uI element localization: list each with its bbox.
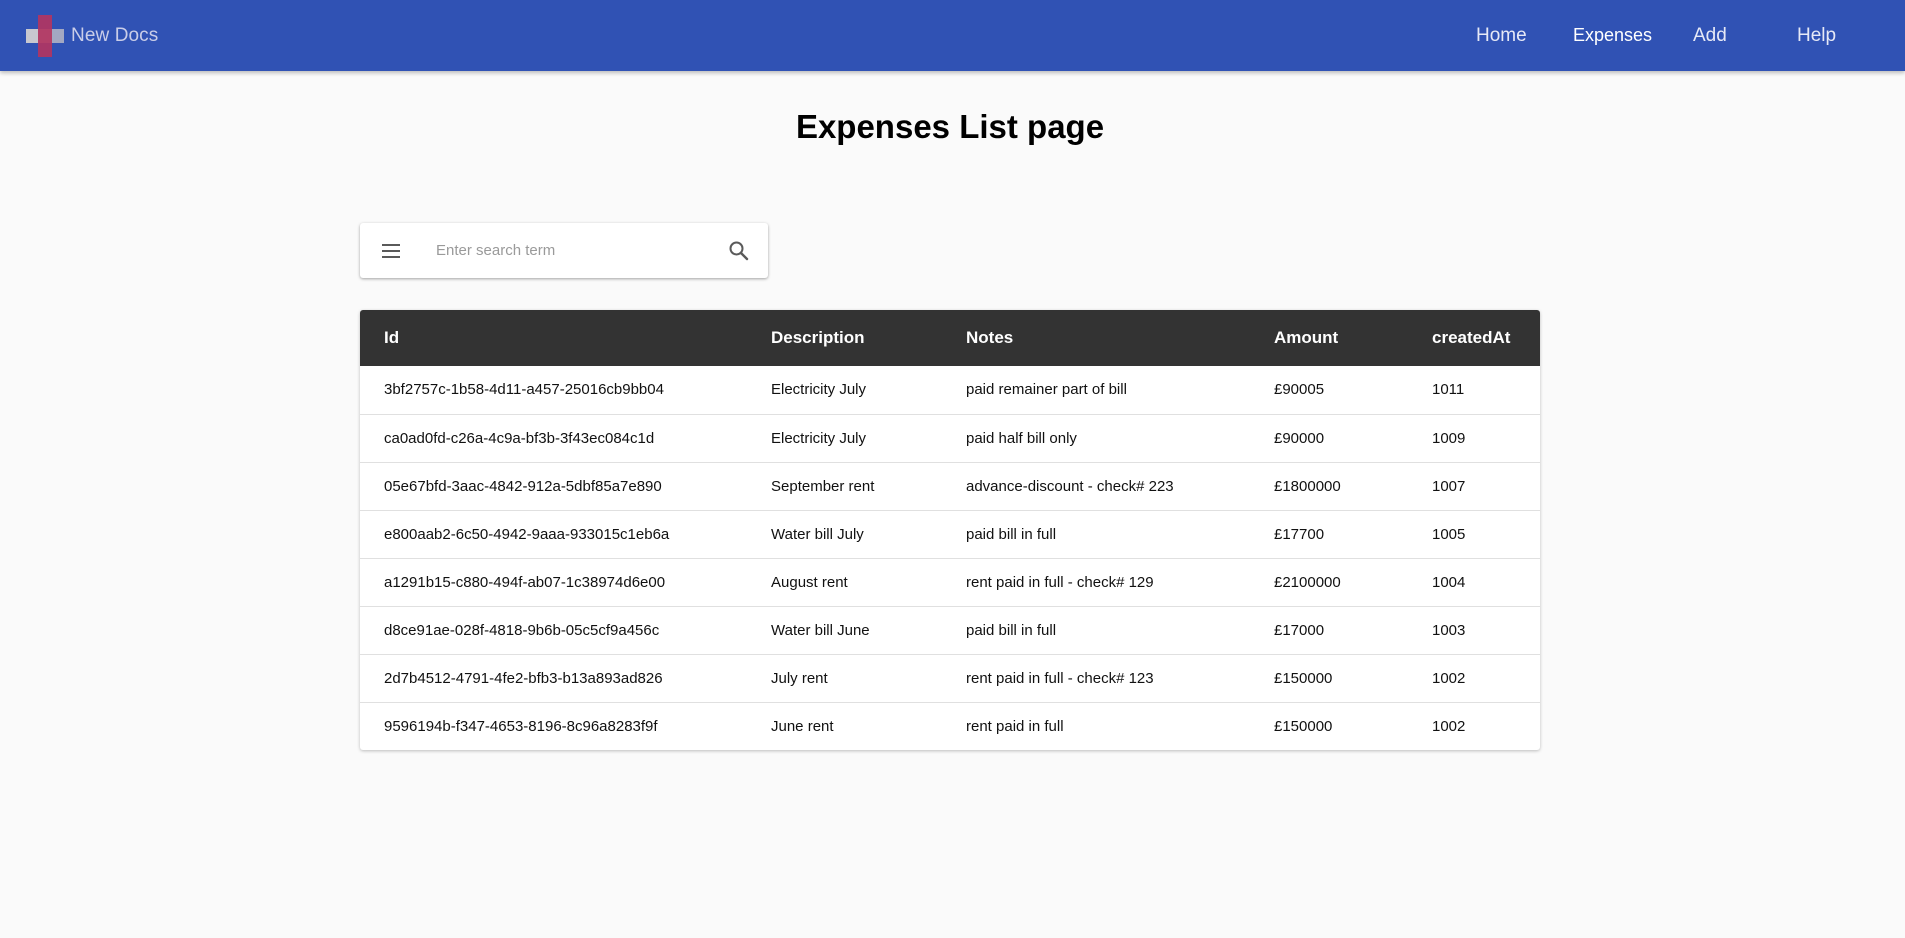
cell-id: a1291b15-c880-494f-ab07-1c38974d6e00 <box>384 573 666 591</box>
cell-description: Water bill June <box>771 621 870 639</box>
table-row[interactable]: 05e67bfd-3aac-4842-912a-5dbf85a7e890 Sep… <box>360 462 1540 510</box>
cell-createdat: 1007 <box>1432 477 1466 495</box>
cell-id: 05e67bfd-3aac-4842-912a-5dbf85a7e890 <box>384 477 662 495</box>
cell-notes: paid bill in full <box>966 621 1057 639</box>
cell-id: e800aab2-6c50-4942-9aaa-933015c1eb6a <box>384 525 670 543</box>
cell-amount: £1800000 <box>1274 477 1341 495</box>
page-title: Expenses List page <box>795 108 1105 145</box>
cell-notes: paid bill in full <box>966 525 1057 543</box>
nav-home[interactable]: Home <box>1476 25 1527 47</box>
cell-description: Water bill July <box>771 525 864 543</box>
cell-amount: £2100000 <box>1274 573 1341 591</box>
table-row[interactable]: d8ce91ae-028f-4818-9b6b-05c5cf9a456c Wat… <box>360 606 1540 654</box>
cell-amount: £17700 <box>1274 525 1325 543</box>
cell-notes: paid half bill only <box>966 429 1077 447</box>
cell-createdat: 1003 <box>1432 621 1466 639</box>
main-nav: Home Expenses Add Help <box>0 0 1905 71</box>
nav-help[interactable]: Help <box>1797 25 1836 47</box>
column-header-amount[interactable]: Amount <box>1250 310 1408 366</box>
nav-expenses[interactable]: Expenses <box>1573 25 1652 46</box>
table-row[interactable]: 9596194b-f347-4653-8196-8c96a8283f9f Jun… <box>360 702 1540 750</box>
column-header-notes[interactable]: Notes <box>942 310 1250 366</box>
column-header-description[interactable]: Description <box>747 310 942 366</box>
cell-id: 3bf2757c-1b58-4d11-a457-25016cb9bb04 <box>384 381 664 399</box>
cell-createdat: 1009 <box>1432 429 1466 447</box>
cell-description: July rent <box>771 669 828 687</box>
cell-notes: rent paid in full - check# 123 <box>966 669 1154 687</box>
cell-notes: advance-discount - check# 223 <box>966 477 1174 495</box>
column-header-createdat[interactable]: createdAt <box>1408 310 1540 366</box>
cell-amount: £150000 <box>1274 669 1333 687</box>
cell-id: d8ce91ae-028f-4818-9b6b-05c5cf9a456c <box>384 621 660 639</box>
cell-notes: paid remainer part of bill <box>966 381 1127 399</box>
table-row[interactable]: ca0ad0fd-c26a-4c9a-bf3b-3f43ec084c1d Ele… <box>360 414 1540 462</box>
table-row[interactable]: 3bf2757c-1b58-4d11-a457-25016cb9bb04 Ele… <box>360 366 1540 414</box>
cell-id: ca0ad0fd-c26a-4c9a-bf3b-3f43ec084c1d <box>384 429 655 447</box>
table-row[interactable]: 2d7b4512-4791-4fe2-bfb3-b13a893ad826 Jul… <box>360 654 1540 702</box>
cell-amount: £17000 <box>1274 621 1325 639</box>
search-bar <box>360 223 768 278</box>
cell-description: June rent <box>771 717 834 735</box>
cell-createdat: 1002 <box>1432 717 1466 735</box>
cell-id: 2d7b4512-4791-4fe2-bfb3-b13a893ad826 <box>384 669 663 687</box>
search-input[interactable] <box>436 235 706 265</box>
cell-createdat: 1005 <box>1432 525 1466 543</box>
menu-icon[interactable] <box>379 239 403 263</box>
cell-description: Electricity July <box>771 381 867 399</box>
cell-notes: rent paid in full <box>966 717 1064 735</box>
cell-description: Electricity July <box>771 429 867 447</box>
table-row[interactable]: e800aab2-6c50-4942-9aaa-933015c1eb6a Wat… <box>360 510 1540 558</box>
table-header-row: Id Description Notes Amount createdAt <box>360 310 1540 366</box>
cell-createdat: 1002 <box>1432 669 1466 687</box>
cell-createdat: 1004 <box>1432 573 1466 591</box>
cell-amount: £90005 <box>1274 381 1325 399</box>
cell-amount: £90000 <box>1274 429 1325 447</box>
search-icon[interactable] <box>727 239 751 263</box>
cell-description: September rent <box>771 477 875 495</box>
top-app-bar: New Docs Home Expenses Add Help <box>0 0 1905 71</box>
cell-description: August rent <box>771 573 848 591</box>
expenses-table: Id Description Notes Amount createdAt 3b… <box>360 310 1540 750</box>
cell-createdat: 1011 <box>1432 381 1465 399</box>
cell-notes: rent paid in full - check# 129 <box>966 573 1154 591</box>
cell-id: 9596194b-f347-4653-8196-8c96a8283f9f <box>384 717 658 735</box>
nav-add[interactable]: Add <box>1693 25 1727 47</box>
column-header-id[interactable]: Id <box>360 310 747 366</box>
cell-amount: £150000 <box>1274 717 1333 735</box>
table-row[interactable]: a1291b15-c880-494f-ab07-1c38974d6e00 Aug… <box>360 558 1540 606</box>
